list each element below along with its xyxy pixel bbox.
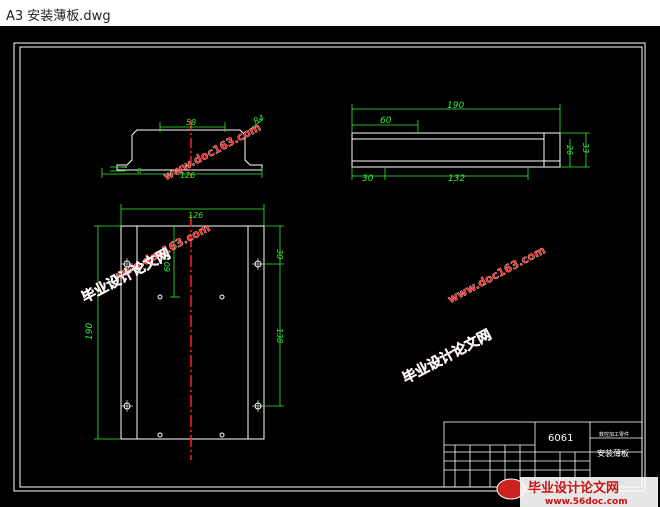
dim-front-height: 190 <box>85 323 95 340</box>
dim-front-width: 126 <box>188 211 203 220</box>
part-name-label: 安装薄板 <box>597 448 629 458</box>
front-view-holes <box>123 260 262 438</box>
watermark-site-left: 毕业设计论文网 <box>79 245 174 306</box>
outer-frame <box>13 42 646 492</box>
watermark-right: www.doc163.com <box>445 243 548 306</box>
window-title: A3 安装薄板.dwg <box>6 9 111 24</box>
front-view-hole-centerlines <box>121 258 264 412</box>
dim-side-inner-h: 26 <box>565 145 574 155</box>
dim-front-top: 30 <box>275 249 284 259</box>
site-logo: 毕业设计论文网 www.56doc.com <box>496 477 658 507</box>
dim-side-length: 190 <box>447 101 464 111</box>
logo-url: www.56doc.com <box>545 497 628 507</box>
watermark-site-right: 毕业设计论文网 <box>400 326 495 387</box>
dim-top-width: 58 <box>186 118 196 127</box>
dim-side-hole: 60 <box>380 116 392 126</box>
dim-side-outer-h: 33 <box>581 143 590 153</box>
dim-side-span: 132 <box>448 174 465 184</box>
watermark-left-cn: 毕业设计论文网 <box>79 245 174 306</box>
dim-front-mid: 138 <box>275 328 284 343</box>
side-view <box>351 132 561 168</box>
watermark-right-cn: 毕业设计论文网 <box>399 326 495 387</box>
watermark-url-right: www.doc163.com <box>446 244 548 306</box>
cad-drawing[interactable]: 58 R4 126 6 190 60 126 30 138 190 60 30 … <box>0 26 660 507</box>
material-label: 6061 <box>548 433 573 444</box>
inner-frame <box>19 46 643 488</box>
dim-side-start: 30 <box>362 174 374 184</box>
dim-top-thickness: 6 <box>137 167 142 175</box>
logo-text: 毕业设计论文网 <box>528 480 619 496</box>
window-title-bar: A3 安装薄板.dwg <box>0 0 660 26</box>
company-label: 数控加工零件 <box>599 431 629 438</box>
